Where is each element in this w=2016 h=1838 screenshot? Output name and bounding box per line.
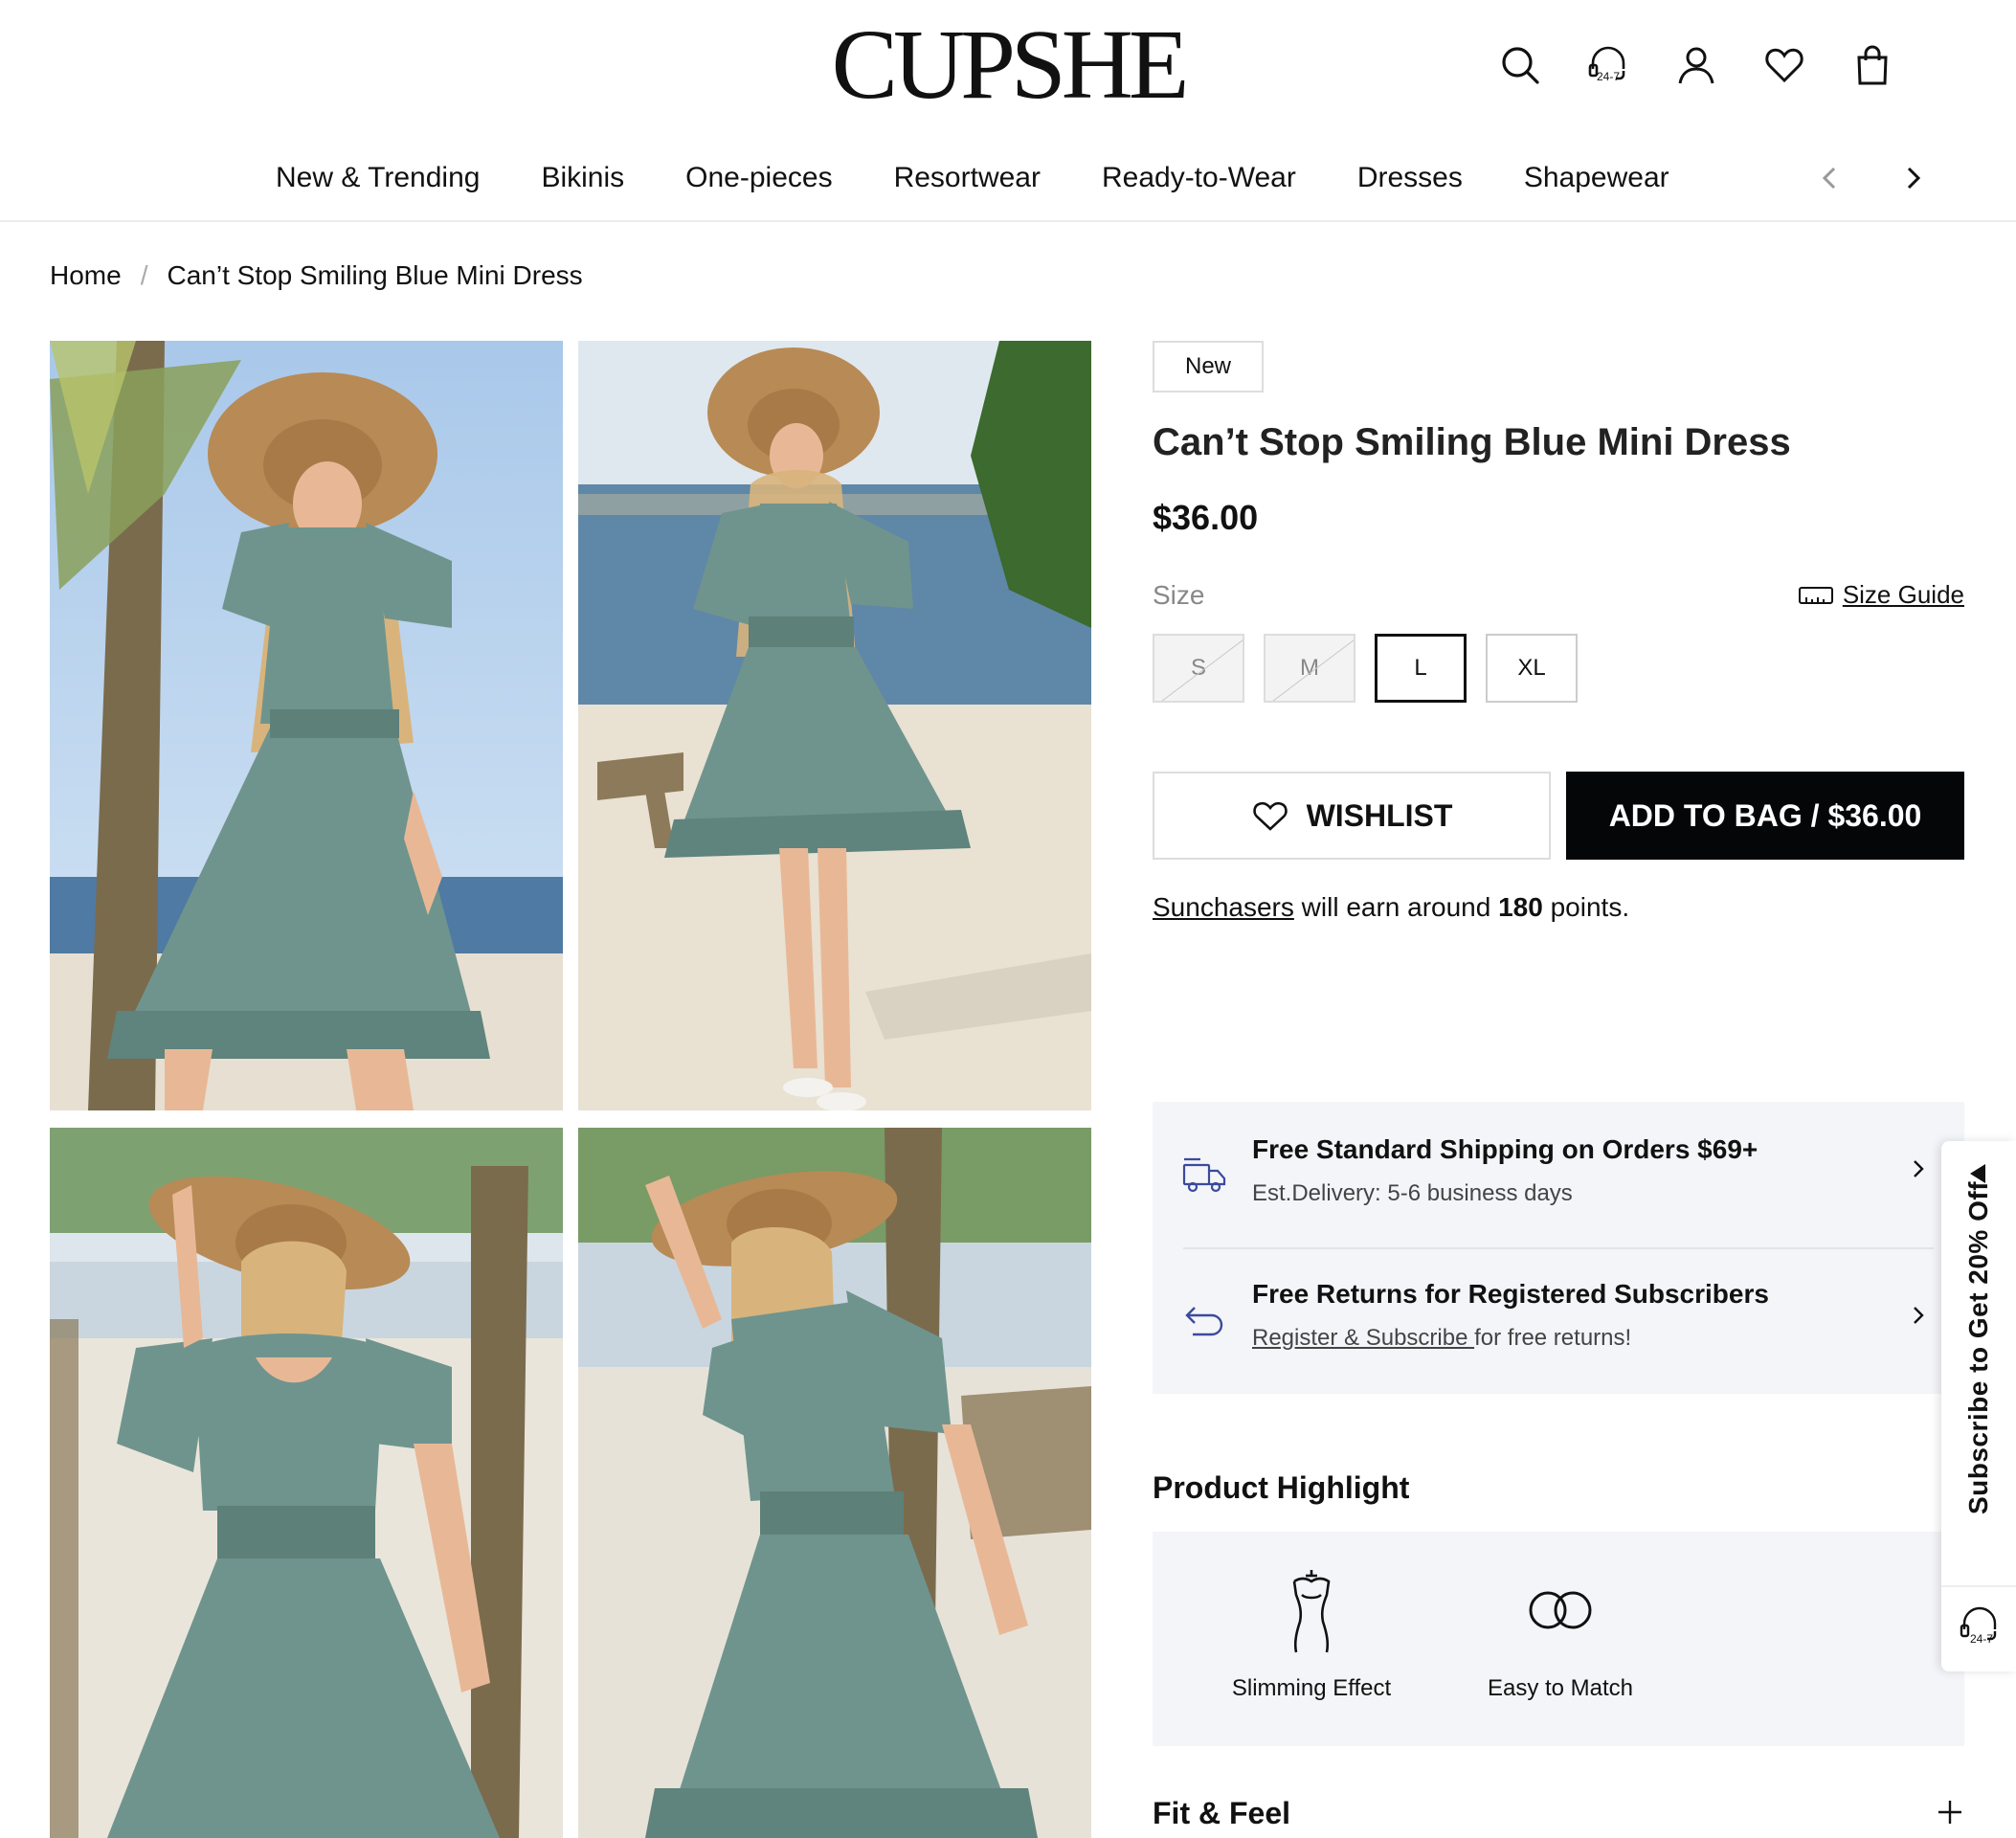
live-support-icon[interactable]: 24-7 — [1959, 1604, 2001, 1650]
rewards-points-text: Sunchasers will earn around 180 points. — [1153, 892, 1630, 922]
product-photo-back[interactable] — [50, 1128, 563, 1838]
infinity-rings-icon — [1529, 1591, 1592, 1629]
highlight-easy-to-match: Easy to Match — [1465, 1566, 1656, 1702]
customer-support-icon[interactable]: 24-7 — [1587, 42, 1629, 88]
breadcrumb: Home / Can’t Stop Smiling Blue Mini Dres… — [50, 260, 583, 291]
subscribe-side-tab[interactable]: Subscribe to Get 20% Off 24-7 — [1941, 1141, 2016, 1671]
sunchasers-link[interactable]: Sunchasers — [1153, 892, 1294, 922]
product-photo-walking[interactable] — [578, 341, 1091, 1110]
returns-subtitle: Register & Subscribe for free returns! — [1252, 1325, 1632, 1351]
nav-scroll-right-icon[interactable] — [1895, 161, 1930, 195]
breadcrumb-separator: / — [140, 260, 148, 290]
chevron-right-icon — [1914, 1160, 1924, 1177]
size-selector: S M L XL — [1153, 634, 1578, 703]
purchase-actions: WISHLIST ADD TO BAG / $36.00 — [1153, 772, 1964, 860]
returns-info-row[interactable]: Free Returns for Registered Subscribers … — [1153, 1248, 1964, 1394]
nav-item-new-trending[interactable]: New & Trending — [276, 153, 480, 203]
nav-item-dresses[interactable]: Dresses — [1357, 153, 1463, 203]
return-arrow-icon — [1185, 1307, 1223, 1336]
shopping-bag-icon[interactable] — [1851, 42, 1893, 88]
nav-item-resortwear[interactable]: Resortwear — [894, 153, 1041, 203]
register-subscribe-link[interactable]: Register & Subscribe — [1252, 1325, 1474, 1351]
size-label: Size — [1153, 580, 1205, 610]
shipping-title: Free Standard Shipping on Orders $69+ — [1252, 1134, 1758, 1164]
site-header: CUPSHE 24-7 New & Trending Bikinis One-p… — [0, 0, 2016, 222]
returns-title: Free Returns for Registered Subscribers — [1252, 1279, 1769, 1309]
size-option-l[interactable]: L — [1375, 634, 1467, 703]
subscribe-offer-text: Subscribe to Get 20% Off — [1963, 1180, 1993, 1515]
delivery-truck-icon — [1182, 1157, 1226, 1193]
nav-item-one-pieces[interactable]: One-pieces — [685, 153, 832, 203]
shipping-subtitle: Est.Delivery: 5-6 business days — [1252, 1180, 1573, 1206]
side-tab-divider — [1941, 1585, 2016, 1587]
wishlist-heart-icon[interactable] — [1763, 42, 1805, 88]
nav-item-bikinis[interactable]: Bikinis — [541, 153, 624, 203]
wishlist-button[interactable]: WISHLIST — [1153, 772, 1551, 860]
account-icon[interactable] — [1675, 42, 1717, 88]
svg-text:24-7: 24-7 — [1597, 70, 1620, 83]
product-photo-front[interactable] — [50, 341, 563, 1110]
size-option-m[interactable]: M — [1264, 634, 1355, 703]
new-badge: New — [1153, 341, 1264, 392]
fit-and-feel-toggle[interactable]: Fit & Feel — [1153, 1796, 1290, 1831]
shipping-info-row[interactable]: Free Standard Shipping on Orders $69+ Es… — [1153, 1102, 1964, 1247]
product-highlight-heading: Product Highlight — [1153, 1470, 1410, 1505]
header-icons: 24-7 — [1499, 42, 1893, 88]
add-to-bag-button[interactable]: ADD TO BAG / $36.00 — [1566, 772, 1964, 860]
breadcrumb-home-link[interactable]: Home — [50, 260, 122, 291]
product-gallery — [50, 341, 1091, 1838]
main-navigation: New & Trending Bikinis One-pieces Resort… — [0, 153, 2016, 203]
nav-item-shapewear[interactable]: Shapewear — [1524, 153, 1669, 203]
product-highlight-panel: Slimming Effect Easy to Match — [1153, 1532, 1964, 1746]
search-icon[interactable] — [1499, 42, 1541, 88]
nav-item-ready-to-wear[interactable]: Ready-to-Wear — [1102, 153, 1296, 203]
shipping-returns-panel: Free Standard Shipping on Orders $69+ Es… — [1153, 1102, 1964, 1394]
dress-form-icon — [1292, 1570, 1331, 1653]
ruler-icon — [1798, 586, 1833, 604]
points-amount: 180 — [1498, 892, 1543, 922]
nav-scroll-left-icon[interactable] — [1813, 161, 1848, 195]
highlight-label: Easy to Match — [1487, 1675, 1634, 1701]
highlight-label: Slimming Effect — [1231, 1675, 1392, 1701]
chevron-right-icon — [1914, 1307, 1924, 1324]
breadcrumb-current: Can’t Stop Smiling Blue Mini Dress — [167, 260, 583, 290]
product-price: $36.00 — [1153, 498, 1259, 537]
size-guide-label: Size Guide — [1842, 580, 1964, 609]
plus-icon[interactable] — [1936, 1798, 1964, 1827]
highlight-slimming-effect: Slimming Effect — [1216, 1566, 1407, 1702]
product-photo-side[interactable] — [578, 1128, 1091, 1838]
size-option-xl[interactable]: XL — [1486, 634, 1578, 703]
wishlist-button-label: WISHLIST — [1306, 797, 1453, 833]
product-title: Can’t Stop Smiling Blue Mini Dress — [1153, 421, 1791, 463]
size-guide-link[interactable]: Size Guide — [1798, 580, 1964, 610]
svg-text:24-7: 24-7 — [1970, 1632, 1993, 1646]
heart-icon — [1252, 801, 1288, 831]
size-option-s[interactable]: S — [1153, 634, 1244, 703]
